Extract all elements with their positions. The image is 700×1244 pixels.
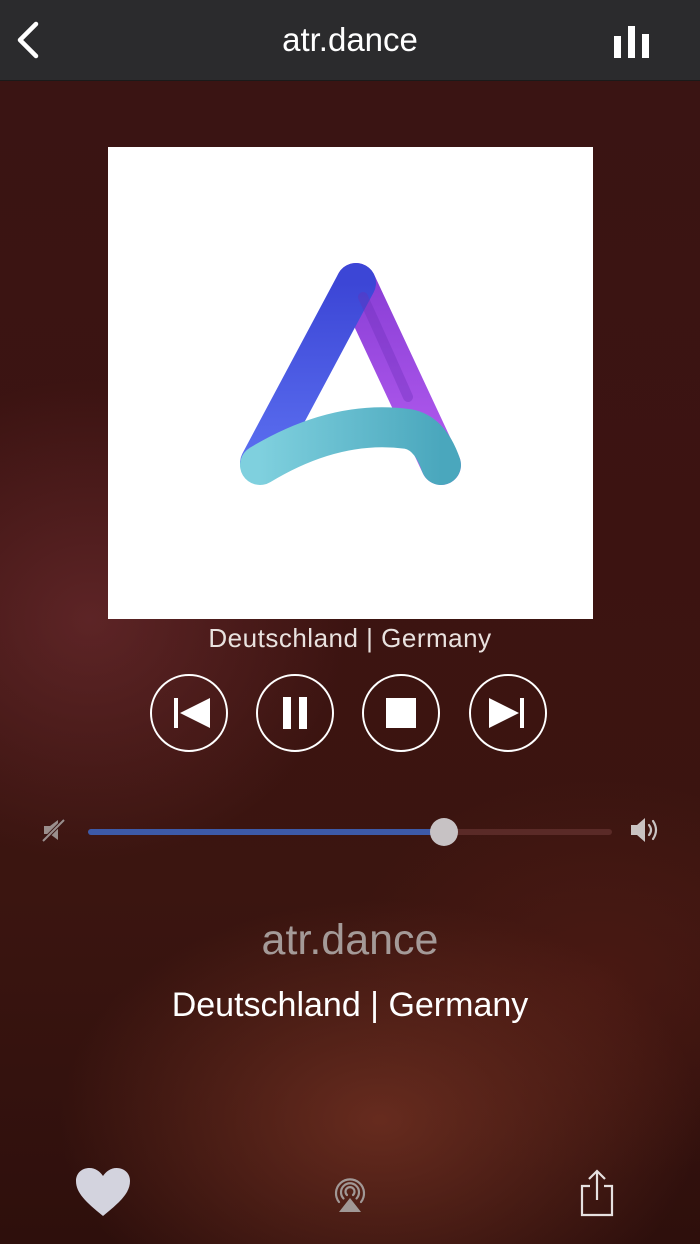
favorite-button[interactable] [74,1166,132,1218]
station-name: atr.dance [261,916,439,964]
airplay-button[interactable] [331,1178,369,1214]
equalizer-button[interactable] [608,22,658,62]
back-button[interactable] [10,18,50,62]
chevron-left-icon [17,21,39,59]
equalizer-bars-icon [614,26,649,58]
station-location-small: Deutschland | Germany [208,623,492,653]
previous-button[interactable] [150,674,228,752]
pause-icon [283,697,307,729]
volume-mute-icon [41,818,66,843]
pause-button[interactable] [256,674,334,752]
airplay-icon [334,1178,366,1212]
station-location: Deutschland | Germany [171,986,529,1024]
skip-next-icon [489,698,524,728]
next-button[interactable] [469,674,547,752]
share-button[interactable] [578,1168,616,1218]
navigation-bar: atr.dance [0,0,700,81]
share-icon [580,1169,614,1217]
page-title: atr.dance [282,21,418,58]
volume-max-icon [631,818,658,842]
volume-slider[interactable] [88,818,612,846]
atr-dance-logo [240,263,461,485]
volume-slider-fill [88,829,445,835]
stop-button[interactable] [362,674,440,752]
heart-icon [76,1168,130,1216]
stop-icon [386,698,416,728]
station-artwork [108,147,593,619]
skip-previous-icon [174,698,210,728]
